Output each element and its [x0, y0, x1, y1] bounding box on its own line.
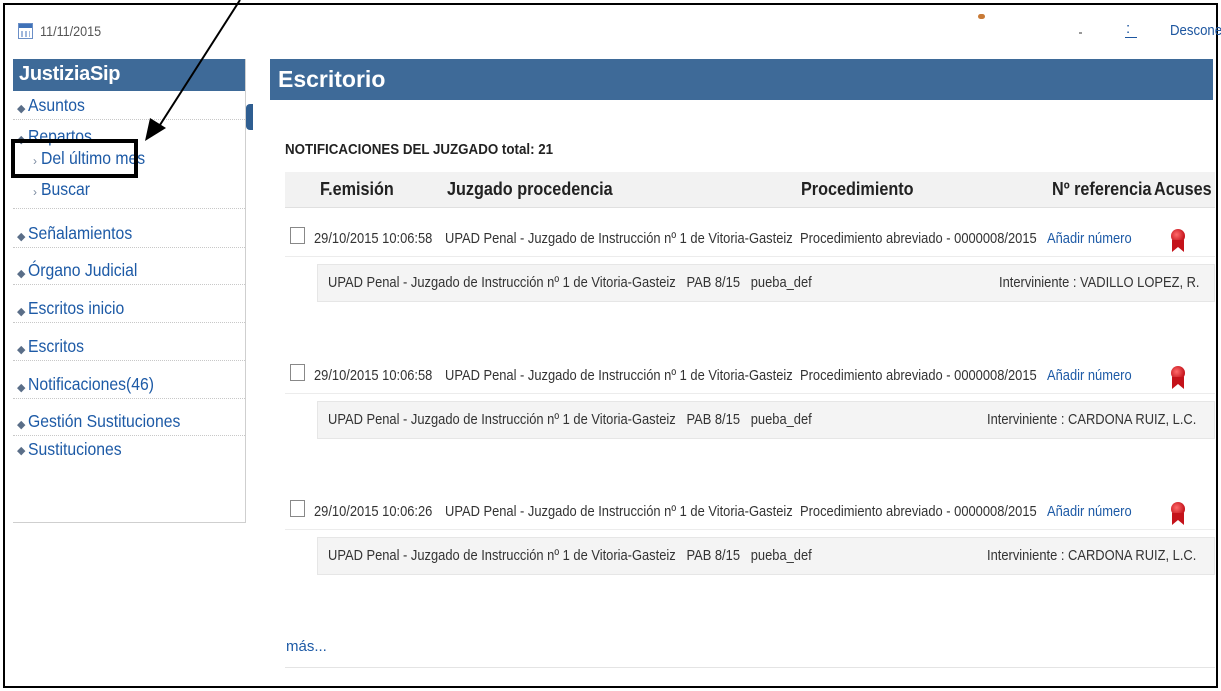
more-link[interactable]: más...	[286, 638, 327, 655]
add-reference-link[interactable]: Añadir número	[1047, 367, 1132, 384]
sidebar-item-label: Gestión Sustituciones	[28, 411, 181, 431]
acuse-ribbon-icon[interactable]	[1170, 229, 1186, 255]
list-item: 29/10/2015 10:06:58 UPAD Penal - Juzgado…	[285, 356, 1215, 439]
sidebar-item-senalamientos[interactable]: ◆ Señalamientos	[13, 209, 245, 248]
sidebar-item-escritos-inicio[interactable]: ◆ Escritos inicio	[13, 285, 245, 323]
sidebar-item-label: Notificaciones(46)	[28, 374, 155, 394]
bullet-icon: ◆	[17, 419, 26, 431]
column-header-fecha[interactable]: F.emisión	[320, 179, 394, 200]
select-checkbox[interactable]	[290, 227, 305, 244]
bullet-icon: ◆	[17, 103, 26, 115]
table-row: 29/10/2015 10:06:58 UPAD Penal - Juzgado…	[285, 356, 1215, 394]
list-item: 29/10/2015 10:06:58 UPAD Penal - Juzgado…	[285, 219, 1215, 302]
column-header-procedimiento[interactable]: Procedimiento	[801, 179, 914, 200]
cell-procedure: Procedimiento abreviado - 0000008/2015	[800, 503, 1037, 520]
cell-date: 29/10/2015 10:06:58	[314, 367, 433, 384]
sidebar-item-organo-judicial[interactable]: ◆ Órgano Judicial	[13, 248, 245, 285]
detail-text: UPAD Penal - Juzgado de Instrucción nº 1…	[328, 274, 812, 291]
cell-procedure: Procedimiento abreviado - 0000008/2015	[800, 230, 1037, 247]
sidebar-item-label: Órgano Judicial	[28, 260, 138, 280]
sidebar-item-escritos[interactable]: ◆ Escritos	[13, 323, 245, 361]
detail-text: UPAD Penal - Juzgado de Instrucción nº 1…	[328, 547, 812, 564]
cell-date: 29/10/2015 10:06:26	[314, 503, 433, 520]
list-item: 29/10/2015 10:06:26 UPAD Penal - Juzgado…	[285, 492, 1215, 575]
cell-procedure: Procedimiento abreviado - 0000008/2015	[800, 367, 1037, 384]
acuse-ribbon-icon[interactable]	[1170, 366, 1186, 392]
calendar-icon	[18, 23, 33, 39]
table-header: F.emisión Juzgado procedencia Procedimie…	[285, 172, 1215, 208]
table-row: 29/10/2015 10:06:26 UPAD Penal - Juzgado…	[285, 492, 1215, 530]
sidebar-item-notificaciones[interactable]: ◆ Notificaciones(46)	[13, 361, 245, 399]
sidebar-item-label: Escritos	[28, 336, 85, 356]
status-dot-icon	[978, 14, 985, 19]
select-checkbox[interactable]	[290, 500, 305, 517]
cell-court: UPAD Penal - Juzgado de Instrucción nº 1…	[445, 230, 793, 247]
select-checkbox[interactable]	[290, 364, 305, 381]
cell-court: UPAD Penal - Juzgado de Instrucción nº 1…	[445, 367, 793, 384]
acuse-ribbon-icon[interactable]	[1170, 502, 1186, 528]
sidebar-item-asuntos[interactable]: ◆ Asuntos	[13, 91, 245, 120]
sidebar-item-gestion-sustituciones[interactable]: ◆ Gestión Sustituciones	[13, 399, 245, 436]
separator-icon	[1079, 32, 1082, 34]
add-reference-link[interactable]: Añadir número	[1047, 503, 1132, 520]
bullet-icon: ◆	[17, 445, 26, 457]
column-header-referencia[interactable]: Nº referencia	[1052, 179, 1152, 200]
chevron-right-icon: ›	[33, 185, 37, 199]
section-title: NOTIFICACIONES DEL JUZGADO total: 21	[285, 142, 554, 158]
bullet-icon: ◆	[17, 382, 26, 394]
current-date: 11/11/2015	[40, 23, 102, 39]
sidebar-item-sustituciones[interactable]: ◆ Sustituciones	[13, 436, 245, 472]
sidebar-item-label: Señalamientos	[28, 223, 133, 243]
bullet-icon: ◆	[17, 268, 26, 280]
notification-detail: UPAD Penal - Juzgado de Instrucción nº 1…	[317, 401, 1215, 439]
user-link[interactable]: :	[1124, 20, 1138, 38]
top-bar: 11/11/2015 : Desconec	[8, 14, 1221, 42]
column-header-juzgado[interactable]: Juzgado procedencia	[447, 179, 613, 200]
bullet-icon: ◆	[17, 344, 26, 356]
sidebar-item-label: Sustituciones	[28, 439, 123, 459]
sidebar-subitem-label: Buscar	[41, 179, 91, 199]
sidebar: JustiziaSip ◆ Asuntos ◆ Repartos › Del ú…	[13, 59, 246, 523]
table-row: 29/10/2015 10:06:58 UPAD Penal - Juzgado…	[285, 219, 1215, 257]
sidebar-item-label: Asuntos	[28, 95, 86, 115]
detail-text: UPAD Penal - Juzgado de Instrucción nº 1…	[328, 411, 812, 428]
detail-participant: Interviniente : CARDONA RUIZ, L.C.	[987, 411, 1197, 428]
column-header-acuses[interactable]: Acuses	[1154, 179, 1212, 200]
detail-participant: Interviniente : CARDONA RUIZ, L.C.	[987, 547, 1197, 564]
divider	[285, 667, 1215, 668]
cell-court: UPAD Penal - Juzgado de Instrucción nº 1…	[445, 503, 793, 520]
page-title: Escritorio	[270, 59, 1213, 100]
sidebar-item-label: Escritos inicio	[28, 298, 125, 318]
bullet-icon: ◆	[17, 306, 26, 318]
notification-detail: UPAD Penal - Juzgado de Instrucción nº 1…	[317, 264, 1215, 302]
sidebar-title: JustiziaSip	[13, 59, 245, 91]
add-reference-link[interactable]: Añadir número	[1047, 230, 1132, 247]
main-panel: Escritorio NOTIFICACIONES DEL JUZGADO to…	[270, 59, 1215, 679]
collapse-arrow-icon[interactable]	[246, 104, 253, 130]
annotation-highlight-box	[11, 139, 138, 178]
notification-detail: UPAD Penal - Juzgado de Instrucción nº 1…	[317, 537, 1215, 575]
logout-link[interactable]: Desconec	[1170, 22, 1221, 39]
cell-date: 29/10/2015 10:06:58	[314, 230, 433, 247]
detail-participant: Interviniente : VADILLO LOPEZ, R.	[999, 274, 1200, 291]
bullet-icon: ◆	[17, 231, 26, 243]
